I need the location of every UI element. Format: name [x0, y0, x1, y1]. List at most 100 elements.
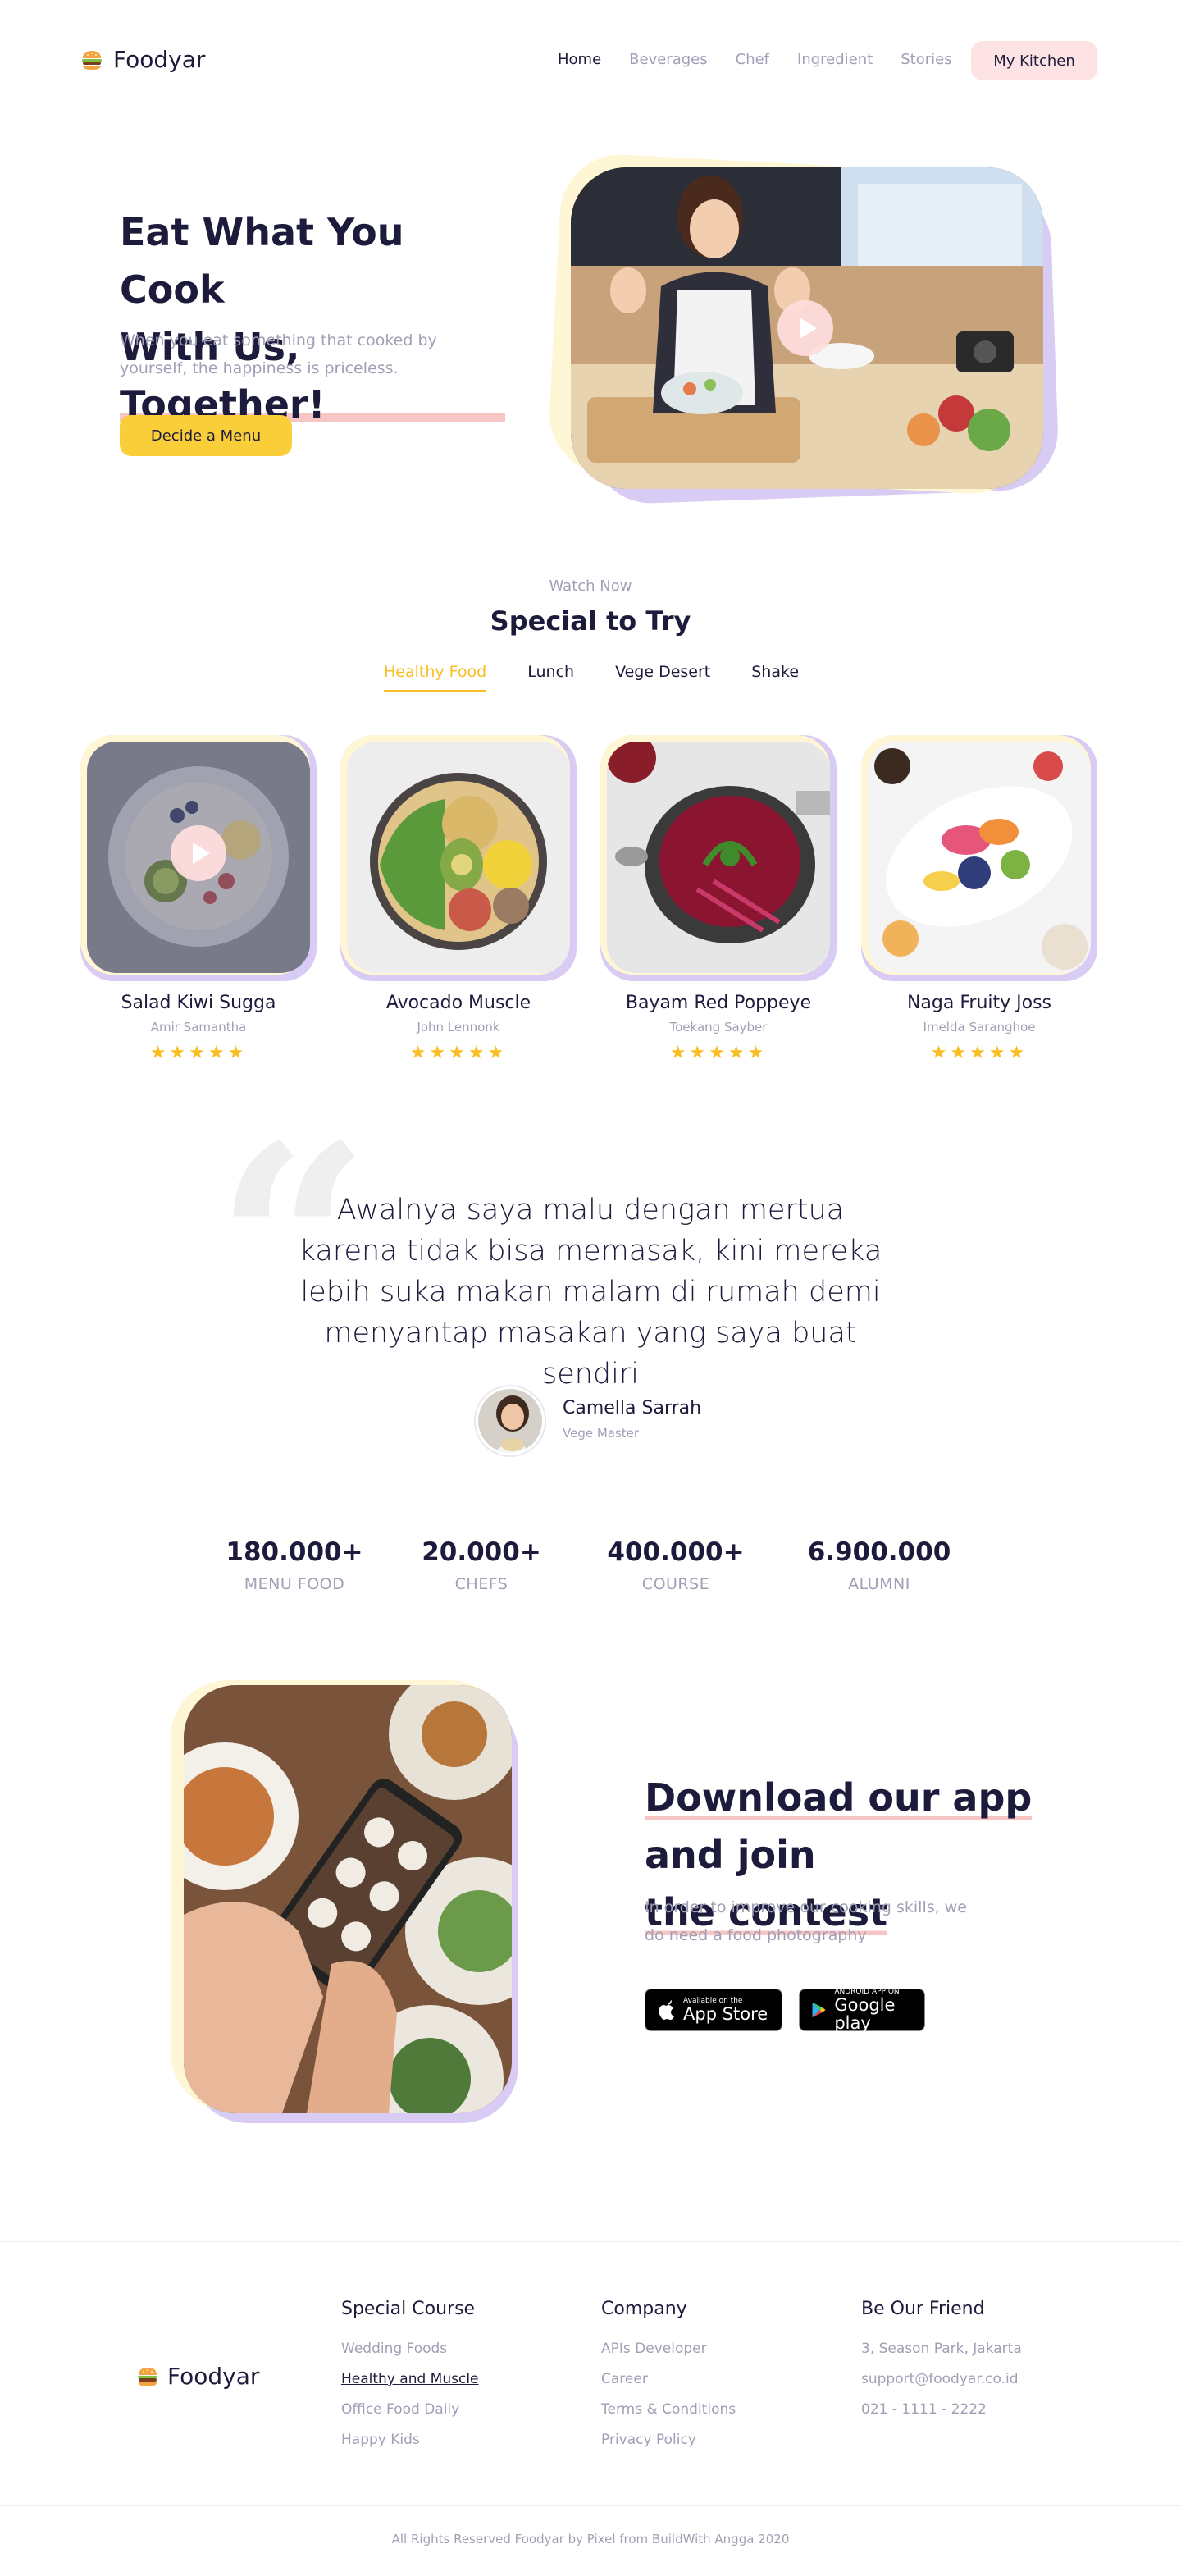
footer-column-company: Company APIs Developer Career Terms & Co…: [601, 2299, 736, 2455]
food-card[interactable]: Salad Kiwi Sugga Amir Samantha ★★★★★: [80, 735, 317, 1063]
food-card-media: [861, 735, 1097, 981]
footer-brand-name: Foodyar: [167, 2363, 260, 2390]
star-rating: ★★★★★: [930, 1043, 1028, 1063]
stat-value: 20.000+: [422, 1537, 541, 1567]
card-chef: Amir Samantha: [150, 1020, 247, 1035]
footer-column-title: Special Course: [341, 2299, 476, 2319]
nav-link-chef[interactable]: Chef: [736, 51, 769, 68]
burger-icon: [136, 2365, 159, 2388]
hero-title-line-1: Eat What You Cook: [120, 210, 404, 312]
bayam-red-photo: [607, 742, 830, 973]
google-play-label: Google play: [834, 1995, 896, 2033]
salad-kiwi-photo: [87, 742, 310, 973]
play-button[interactable]: [777, 300, 833, 356]
google-play-button[interactable]: ANDROID APP ON Google play: [799, 1988, 925, 2033]
hero-subtitle: When you eat something that cooked by yo…: [120, 331, 437, 377]
card-chef: Imelda Saranghoe: [923, 1020, 1036, 1035]
footer-address: 3, Season Park, Jakarta: [861, 2341, 1022, 2357]
card-title: Avocado Muscle: [385, 993, 531, 1013]
stat-chefs: 20.000+ CHEFS: [420, 1537, 543, 1593]
footer-link-healthy-muscle[interactable]: Healthy and Muscle: [341, 2364, 479, 2395]
footer-bottom-divider: [0, 2505, 1181, 2506]
food-card-media: [600, 735, 837, 981]
my-kitchen-button[interactable]: My Kitchen: [971, 41, 1097, 80]
nav-link-stories[interactable]: Stories: [901, 51, 951, 68]
star-rating: ★★★★★: [669, 1043, 768, 1063]
footer-link-apis[interactable]: APIs Developer: [601, 2334, 736, 2364]
card-chef: Toekang Sayber: [669, 1020, 768, 1035]
hero-title: Eat What You Cook With Us, Together!: [120, 203, 505, 433]
apple-icon: [659, 2000, 674, 2020]
food-card-media: [80, 735, 317, 981]
footer-column-title: Company: [601, 2299, 687, 2319]
footer-brand-logo[interactable]: Foodyar: [136, 2363, 259, 2390]
card-title: Bayam Red Poppeye: [625, 993, 812, 1013]
card-chef: John Lennonk: [417, 1020, 500, 1035]
stat-value: 180.000+: [226, 1537, 363, 1567]
stat-label: COURSE: [641, 1575, 710, 1593]
app-store-button[interactable]: Available on the App Store: [645, 1989, 782, 2031]
app-section-subtitle: In order to improve our cooking skills, …: [645, 1898, 967, 1944]
app-store-label: App Store: [683, 2004, 768, 2024]
app-title-line-1: Download our app: [645, 1769, 1033, 1826]
footer-column-special-course: Special Course Wedding Foods Healthy and…: [341, 2299, 479, 2455]
footer-link-career[interactable]: Career: [601, 2364, 736, 2395]
testimonial-quote: Awalnya saya malu dengan mertua karena t…: [299, 1194, 882, 1391]
testimonial-author: Camella Sarrah: [563, 1398, 702, 1418]
footer-link-happy-kids[interactable]: Happy Kids: [341, 2425, 479, 2455]
nav-link-ingredient[interactable]: Ingredient: [797, 51, 873, 68]
food-card[interactable]: Avocado Muscle John Lennonk ★★★★★: [340, 735, 577, 1063]
tab-lunch[interactable]: Lunch: [527, 663, 574, 692]
google-play-icon: [812, 2002, 826, 2018]
nav-links: Home Beverages Chef Ingredient Stories: [558, 51, 952, 68]
food-card[interactable]: Naga Fruity Joss Imelda Saranghoe ★★★★★: [861, 735, 1097, 1063]
avocado-bowl-photo: [347, 742, 570, 973]
brand-name: Foodyar: [113, 46, 206, 73]
footer-link-terms[interactable]: Terms & Conditions: [601, 2395, 736, 2425]
special-section-title: Special to Try: [490, 605, 691, 637]
stat-menu-food: 180.000+ MENU FOOD: [225, 1537, 364, 1593]
footer-phone: 021 - 1111 - 2222: [861, 2401, 987, 2418]
play-button[interactable]: [171, 825, 226, 881]
copyright-text: All Rights Reserved Foodyar by Pixel fro…: [391, 2532, 790, 2546]
app-photo: [171, 1680, 523, 2123]
burger-icon: [80, 48, 103, 71]
stat-label: MENU FOOD: [244, 1575, 345, 1593]
food-card-media: [340, 735, 577, 981]
watch-now-eyebrow: Watch Now: [549, 578, 632, 595]
tab-shake[interactable]: Shake: [751, 663, 799, 692]
stat-course: 400.000+ COURSE: [604, 1537, 748, 1593]
app-title-line-2a: and join: [645, 1833, 816, 1877]
star-rating: ★★★★★: [409, 1043, 508, 1063]
chef-cooking-photo: [571, 167, 1043, 489]
brand-logo[interactable]: Foodyar: [80, 46, 205, 73]
nav-link-beverages[interactable]: Beverages: [629, 51, 707, 68]
card-title: Naga Fruity Joss: [906, 993, 1052, 1013]
footer-column-title: Be Our Friend: [861, 2299, 985, 2319]
testimonial-role: Vege Master: [563, 1426, 640, 1441]
food-category-tabs: Healthy Food Lunch Vege Desert Shake: [384, 663, 799, 692]
stat-label: ALUMNI: [848, 1575, 910, 1593]
footer-email-link[interactable]: support@foodyar.co.id: [861, 2364, 1022, 2395]
tab-healthy-food[interactable]: Healthy Food: [384, 663, 487, 692]
card-title: Salad Kiwi Sugga: [121, 993, 276, 1013]
stat-alumni: 6.900.000 ALUMNI: [805, 1537, 953, 1593]
footer-column-contact: Be Our Friend 3, Season Park, Jakarta su…: [861, 2299, 1022, 2425]
footer-link-office-food[interactable]: Office Food Daily: [341, 2395, 479, 2425]
nav-link-home[interactable]: Home: [558, 51, 601, 68]
stat-value: 6.900.000: [807, 1537, 951, 1567]
stat-value: 400.000+: [607, 1537, 745, 1567]
hero-video[interactable]: [546, 151, 1060, 505]
top-navigation: Foodyar Home Beverages Chef Ingredient S…: [80, 39, 1097, 84]
food-card[interactable]: Bayam Red Poppeye Toekang Sayber ★★★★★: [600, 735, 837, 1063]
footer-link-wedding-foods[interactable]: Wedding Foods: [341, 2334, 479, 2364]
footer-link-privacy[interactable]: Privacy Policy: [601, 2425, 736, 2455]
footer-divider: [0, 2241, 1181, 2242]
stat-label: CHEFS: [454, 1575, 508, 1593]
tab-vege-desert[interactable]: Vege Desert: [615, 663, 710, 692]
phone-food-photo: [184, 1685, 512, 2113]
avatar: [476, 1386, 545, 1455]
naga-fruity-photo: [868, 742, 1091, 973]
decide-menu-button[interactable]: Decide a Menu: [120, 415, 292, 456]
star-rating: ★★★★★: [149, 1043, 248, 1063]
